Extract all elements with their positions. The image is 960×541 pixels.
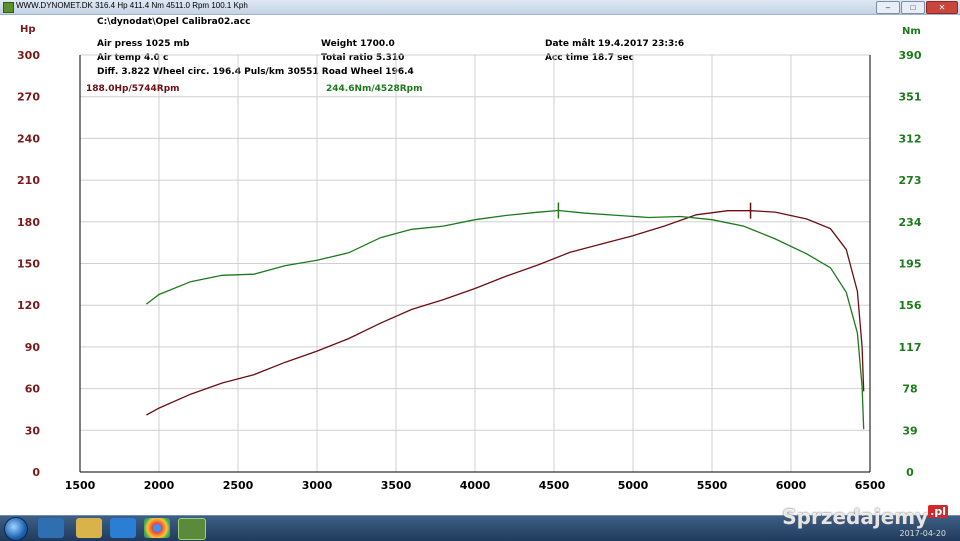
internet-explorer-icon[interactable] xyxy=(110,518,136,538)
y-right-tick-label: 0 xyxy=(906,466,914,479)
x-tick-label: 6500 xyxy=(855,479,886,492)
y-left-tick-label: 300 xyxy=(17,49,40,62)
x-tick-label: 2000 xyxy=(144,479,175,492)
peak-label-nm: 244.6Nm/4528Rpm xyxy=(326,84,422,94)
y-left-tick-label: 180 xyxy=(17,216,40,229)
tick-labels: 0 0 30 39 60 78 90 117 120 156 150 195 180 234 210 273 2… xyxy=(17,49,922,492)
watermark: Sprzedajemy .pl xyxy=(782,505,948,529)
series-line-nm xyxy=(146,209,865,430)
y-right-tick-label: 156 xyxy=(899,299,922,312)
x-tick-label: 4500 xyxy=(539,479,570,492)
media-player-icon[interactable] xyxy=(38,518,64,538)
y-right-tick-label: 312 xyxy=(899,132,922,145)
y-left-tick-label: 30 xyxy=(25,424,41,437)
y-right-tick-label: 39 xyxy=(902,424,917,437)
x-tick-label: 6000 xyxy=(776,479,807,492)
y-left-tick-label: 0 xyxy=(32,466,40,479)
x-tick-label: 3000 xyxy=(302,479,333,492)
x-tick-label: 1500 xyxy=(65,479,96,492)
y-right-tick-label: 390 xyxy=(899,49,922,62)
y-left-tick-label: 120 xyxy=(17,299,40,312)
chrome-icon[interactable] xyxy=(144,518,170,538)
y-left-tick-label: 60 xyxy=(25,383,41,396)
x-tick-label: 3500 xyxy=(381,479,412,492)
x-tick-label: 4000 xyxy=(460,479,491,492)
y-right-tick-label: 78 xyxy=(902,383,917,396)
grid xyxy=(79,54,871,473)
y-left-tick-label: 90 xyxy=(25,341,41,354)
dynomet-app-icon[interactable] xyxy=(178,518,206,540)
y-right-tick-label: 195 xyxy=(899,258,922,271)
series-lines xyxy=(146,209,865,430)
y-left-tick-label: 150 xyxy=(17,258,40,271)
x-tick-label: 2500 xyxy=(223,479,254,492)
peak-label-hp: 188.0Hp/5744Rpm xyxy=(86,84,180,94)
x-tick-label: 5500 xyxy=(697,479,728,492)
series-line-hp xyxy=(146,210,865,416)
y-left-tick-label: 270 xyxy=(17,91,40,104)
y-right-tick-label: 351 xyxy=(899,91,922,104)
y-left-tick-label: 240 xyxy=(17,132,40,145)
start-button[interactable] xyxy=(4,517,28,541)
y-right-tick-label: 234 xyxy=(899,216,922,229)
y-right-tick-label: 273 xyxy=(899,174,922,187)
x-tick-label: 5000 xyxy=(618,479,649,492)
peak-markers: 188.0Hp/5744Rpm 244.6Nm/4528Rpm xyxy=(86,84,752,219)
y-left-tick-label: 210 xyxy=(17,174,40,187)
dyno-chart: 0 0 30 39 60 78 90 117 120 156 150 195 180 234 210 273 2… xyxy=(17,49,922,492)
watermark-date: 2017-04-20 xyxy=(899,529,947,538)
y-right-tick-label: 117 xyxy=(899,341,922,354)
folder-icon[interactable] xyxy=(76,518,102,538)
